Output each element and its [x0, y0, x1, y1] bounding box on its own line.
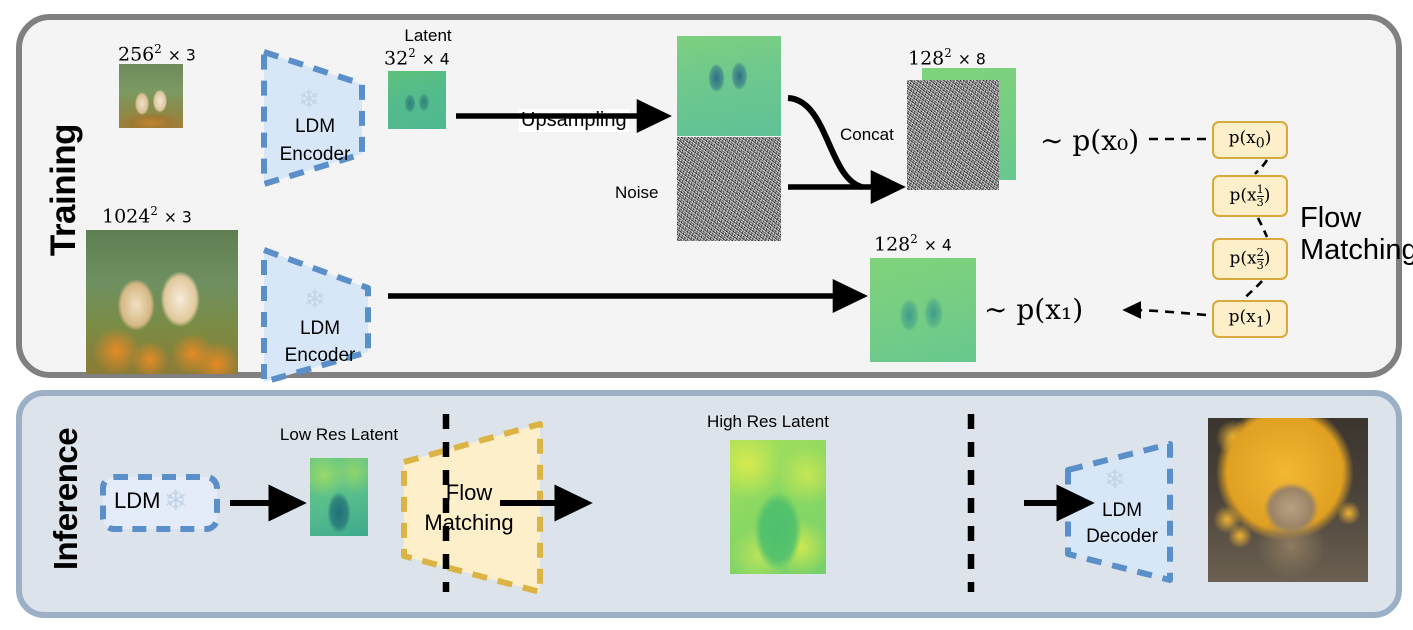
inference-panel: Inference LDM ❄ Low Res Latent Flow Matc… — [16, 390, 1402, 618]
ldm-encoder-row1-line2: Encoder — [279, 144, 351, 165]
ldm-decoder-line2: Decoder — [1086, 526, 1158, 547]
upsampling-label: Upsampling — [519, 109, 629, 132]
snowflake-icon: ❄ — [1104, 464, 1126, 494]
training-panel-label: Training — [44, 123, 83, 257]
prob-box-x0: p(x0) — [1212, 121, 1288, 159]
caption-128-4: 1282 × 4 — [874, 232, 952, 256]
ldm-encoder-row2-line1: LDM — [299, 318, 341, 339]
inference-panel-label: Inference — [47, 427, 84, 571]
training-input-image-256 — [119, 64, 183, 128]
ldm-encoder-row2-line2: Encoder — [284, 345, 356, 366]
inference-flow-matching-block: Flow Matching — [398, 418, 548, 598]
latent-32-image — [388, 71, 446, 129]
caption-32-4: 322 × 4 — [384, 46, 450, 70]
inference-output-image — [1208, 418, 1368, 582]
caption-1024-3: 10242 × 3 — [102, 204, 192, 228]
concat-label: Concat — [840, 125, 894, 144]
sample-x0-label: ∼ p(x₀) — [1040, 124, 1140, 157]
training-input-image-1024 — [86, 230, 238, 374]
high-res-latent-label: High Res Latent — [707, 412, 829, 431]
inference-flow-line1: Flow — [445, 480, 493, 505]
inference-ldm-box: LDM ❄ — [98, 472, 222, 534]
upsampled-latent-image — [677, 36, 781, 136]
caption-128-8: 1282 × 8 — [908, 46, 986, 70]
ldm-decoder-line1: LDM — [1101, 500, 1143, 521]
high-res-latent-image — [730, 440, 826, 574]
inference-ldm-label: LDM — [114, 488, 161, 513]
snowflake-icon: ❄ — [298, 84, 320, 114]
sample-x1-label: ∼ p(x₁) — [984, 293, 1084, 326]
training-panel: Training 2562 × 3 ❄ LDM Encoder Latent 3… — [16, 14, 1413, 385]
ldm-encoder-row1: ❄ LDM Encoder — [258, 46, 368, 190]
snowflake-icon: ❄ — [164, 485, 188, 516]
ldm-encoder-row1-line1: LDM — [294, 116, 336, 137]
noise-label: Noise — [615, 183, 659, 202]
snowflake-icon: ❄ — [304, 284, 326, 314]
flow-matching-title: Flow Matching — [1300, 202, 1413, 266]
low-res-latent-image — [310, 458, 368, 536]
latent-title: Latent — [404, 26, 452, 45]
target-latent-image — [870, 258, 976, 362]
concat-noise-layer — [907, 80, 999, 190]
noise-image — [677, 137, 781, 241]
prob-box-x13: p(x1 3) — [1212, 175, 1288, 217]
prob-box-x23: p(x2 3) — [1212, 238, 1288, 280]
inference-flow-line2: Matching — [424, 510, 514, 535]
ldm-encoder-row2: ❄ LDM Encoder — [258, 242, 378, 388]
prob-box-x1: p(x1) — [1212, 300, 1288, 338]
inference-ldm-decoder: ❄ LDM Decoder — [1062, 438, 1178, 586]
caption-256-3: 2562 × 3 — [118, 42, 196, 66]
